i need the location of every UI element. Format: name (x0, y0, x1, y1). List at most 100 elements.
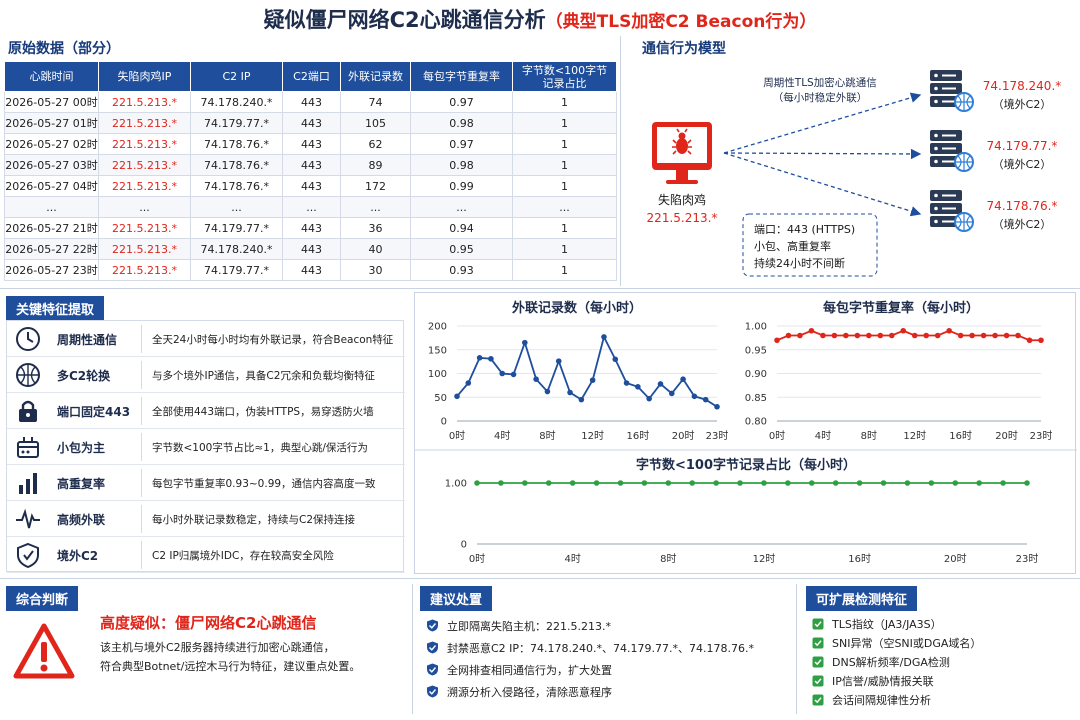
x-tick-label: 8时 (861, 430, 877, 442)
feature-name: 境外C2 (57, 549, 99, 563)
model-section-label: 通信行为模型 (642, 41, 726, 57)
series-line (456, 334, 718, 408)
data-point (601, 334, 607, 340)
extension-item: DNS解析频率/DGA检测 (812, 654, 950, 670)
chart-title: 字节数<100字节记录占比（每小时） (636, 457, 856, 473)
table-row: 2026-05-27 03时 221.5.213.* 74.178.76.* 443 8… (4, 154, 617, 176)
table-cell: 62 (340, 133, 411, 155)
data-point (498, 480, 504, 486)
data-point (555, 358, 562, 364)
x-tick-label: 4时 (815, 430, 831, 442)
feature-description: 全天24小时每小时均有外联记录，符合Beacon特征 (152, 334, 394, 346)
table-cell: 2026-05-27 03时 (4, 154, 99, 176)
data-point (545, 480, 552, 486)
section-divider (0, 578, 1080, 579)
table-row: 2026-05-27 23时 221.5.213.* 74.179.77.* 443 3… (4, 259, 617, 281)
shield-check-icon (427, 685, 438, 698)
data-point (761, 480, 767, 486)
c2-server-tag: （境外C2） (993, 217, 1052, 231)
table-cell: 30 (340, 259, 411, 281)
data-point (646, 395, 652, 402)
table-cell: 74.179.77.* (190, 112, 283, 134)
note-port: 端口：443 (HTTPS) (754, 223, 855, 236)
data-point (877, 332, 884, 339)
raw-data-table: 心跳时间 失陷肉鸡IP C2 IP C2端口 外联记录数 每包字节重复率 字节数<100字节… (4, 61, 617, 281)
data-point (1003, 332, 1010, 339)
clock-icon (16, 327, 40, 351)
feature-description: 字节数<100字节占比≈1，典型心跳/保活行为 (152, 442, 368, 454)
y-tick-label: 1.00 (745, 322, 767, 333)
data-point (474, 480, 480, 486)
data-point (665, 480, 672, 486)
data-point (952, 480, 959, 486)
table-cell: 89 (340, 154, 411, 176)
warning-icon (13, 623, 75, 679)
feature-divider (141, 469, 142, 497)
x-tick-label: 23时 (1016, 553, 1039, 565)
data-point (1038, 337, 1044, 344)
data-point (843, 332, 849, 339)
table-column-header: 失陷肉鸡IP (98, 61, 191, 92)
shield-check-icon (427, 641, 438, 654)
table-row: 2026-05-27 02时 221.5.213.* 74.178.76.* 443 6… (4, 133, 617, 155)
x-tick-label: 16时 (627, 430, 650, 442)
feature-description: 与多个境外IP通信，具备C2冗余和负载均衡特征 (152, 370, 375, 382)
x-tick-label: 0时 (449, 430, 465, 442)
table-row: 2026-05-27 21时 221.5.213.* 74.179.77.* 443 3… (4, 217, 617, 239)
feature-description: C2 IP归属境外IDC，存在较高安全风险 (152, 550, 334, 562)
feature-description: 每包字节重复率0.93~0.99，通信内容高度一致 (152, 478, 376, 490)
globe-icon (16, 363, 40, 387)
data-point (911, 332, 918, 339)
table-cell: 172 (340, 175, 411, 197)
data-point (589, 377, 596, 383)
x-tick-label: 0时 (469, 553, 485, 565)
lock-icon (19, 400, 37, 422)
data-point (567, 389, 573, 396)
table-row: 2026-05-27 00时 221.5.213.* 74.178.240.* 443… (4, 91, 617, 113)
y-tick-label: 50 (434, 393, 447, 404)
feature-divider (141, 505, 142, 533)
page-title: 疑似僵尸网络C2心跳通信分析（典型TLS加密C2 Beacon行为） (0, 4, 1080, 34)
data-point (808, 480, 815, 486)
c2-server-tag: （境外C2） (993, 97, 1052, 111)
data-point (499, 370, 506, 377)
table-cell: ... (340, 196, 411, 218)
shield-icon (17, 542, 39, 568)
table-cell: 221.5.213.* (98, 133, 191, 155)
data-point (928, 480, 935, 486)
data-point (617, 480, 624, 486)
extension-item: IP信誉/威胁情报关联 (812, 673, 934, 689)
section-divider (620, 36, 621, 286)
data-point (900, 327, 907, 334)
data-point (689, 480, 696, 486)
table-cell: ... (190, 196, 283, 218)
infected-host-icon (652, 122, 712, 184)
data-point (1000, 480, 1006, 486)
table-cell: 2026-05-27 04时 (4, 175, 99, 197)
y-tick-label: 0.95 (745, 345, 767, 356)
action-item: 溯源分析入侵路径，清除恶意程序 (426, 684, 612, 700)
extension-text: 会话间隔规律性分析 (832, 694, 931, 707)
data-point (522, 480, 528, 486)
table-cell: ... (98, 196, 191, 218)
action-text: 立即隔离失陷主机：221.5.213.* (447, 620, 611, 633)
table-cell: 2026-05-27 02时 (4, 133, 99, 155)
data-point (831, 332, 838, 339)
checkbox-checked-icon (812, 618, 824, 630)
table-cell: 443 (282, 238, 341, 260)
host-name: 失陷肉鸡 (658, 192, 706, 207)
table-cell: 443 (282, 154, 341, 176)
extension-text: SNI异常（空SNI或DGA域名） (832, 637, 982, 650)
data-point (866, 332, 872, 339)
table-column-header: 每包字节重复率 (410, 61, 513, 92)
data-point (946, 327, 952, 334)
section-divider (796, 584, 797, 714)
data-point (1015, 332, 1021, 339)
package-icon (17, 437, 39, 458)
table-cell: 1 (512, 154, 617, 176)
data-point (1024, 480, 1030, 486)
c2-server-ip: 74.178.240.* (983, 79, 1062, 93)
data-point (785, 332, 792, 339)
table-cell: 221.5.213.* (98, 238, 191, 260)
extensions-section-label: 可扩展检测特征 (806, 586, 918, 611)
